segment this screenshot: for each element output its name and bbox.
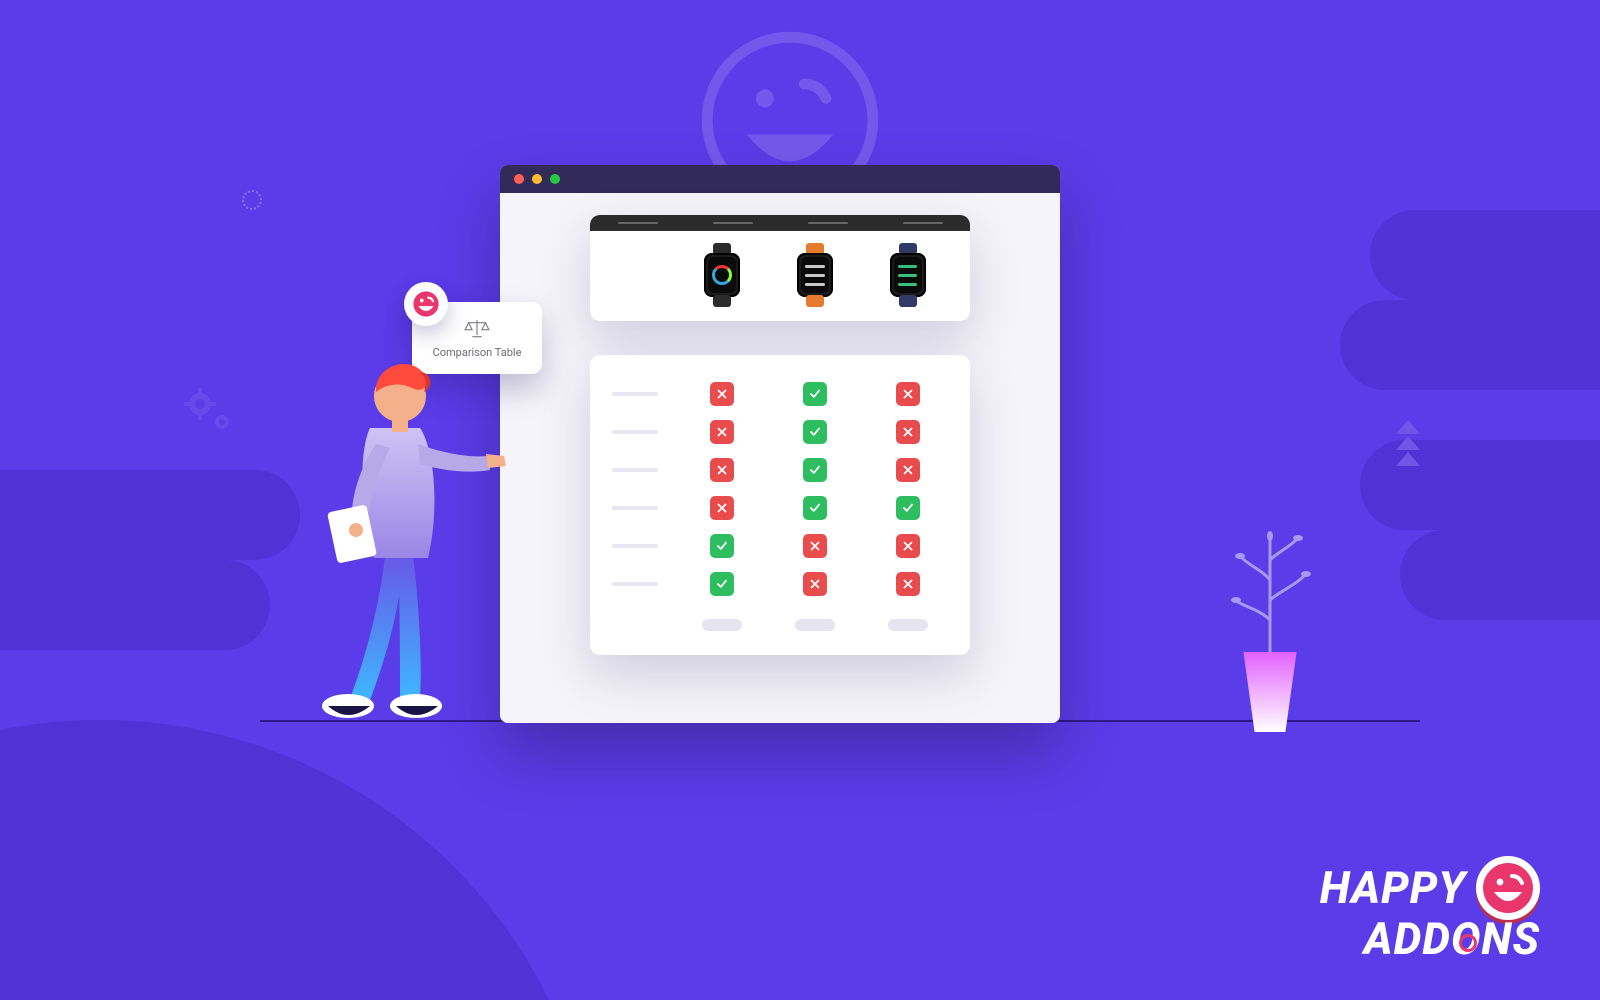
cross-icon bbox=[896, 458, 920, 482]
brand-face-icon bbox=[1476, 856, 1540, 920]
table-row bbox=[606, 375, 954, 413]
brand-line1: HAPPY bbox=[1320, 869, 1466, 909]
cross-icon bbox=[710, 420, 734, 444]
check-icon bbox=[803, 496, 827, 520]
card-header-bar bbox=[590, 215, 970, 231]
row-label bbox=[612, 582, 658, 586]
table-row bbox=[606, 451, 954, 489]
cross-icon bbox=[896, 572, 920, 596]
bg-shape bbox=[0, 560, 270, 650]
plant-illustration bbox=[1220, 510, 1320, 732]
check-icon bbox=[803, 382, 827, 406]
cross-icon bbox=[803, 572, 827, 596]
triangle-stack-icon bbox=[1396, 420, 1420, 468]
product-watch-navy bbox=[861, 243, 954, 307]
cross-icon bbox=[710, 458, 734, 482]
row-label bbox=[612, 392, 658, 396]
check-icon bbox=[710, 534, 734, 558]
comparison-products-card bbox=[590, 215, 970, 321]
cta-pill[interactable] bbox=[702, 619, 742, 631]
happy-face-icon bbox=[412, 290, 440, 318]
cross-icon bbox=[896, 420, 920, 444]
traffic-light-zoom-icon[interactable] bbox=[550, 174, 560, 184]
scale-icon bbox=[463, 318, 491, 340]
bg-shape bbox=[1400, 530, 1600, 620]
table-row bbox=[606, 489, 954, 527]
table-row bbox=[606, 565, 954, 603]
browser-window bbox=[500, 165, 1060, 723]
gears-icon bbox=[180, 380, 240, 444]
check-icon bbox=[896, 496, 920, 520]
product-watch-orange bbox=[769, 243, 862, 307]
cta-row bbox=[606, 619, 954, 631]
brand-line2: ADDONS bbox=[1364, 920, 1540, 960]
cross-icon bbox=[896, 382, 920, 406]
brand-wordmark: HAPPY ADDONS bbox=[1320, 856, 1540, 960]
row-label bbox=[612, 468, 658, 472]
comparison-matrix-card bbox=[590, 355, 970, 655]
bg-shape bbox=[1340, 300, 1600, 390]
check-icon bbox=[803, 420, 827, 444]
check-icon bbox=[803, 458, 827, 482]
row-label bbox=[612, 506, 658, 510]
product-watch-black bbox=[676, 243, 769, 307]
bg-shape bbox=[1370, 210, 1600, 300]
tooltip-badge bbox=[404, 282, 448, 326]
window-titlebar bbox=[500, 165, 1060, 193]
dotted-circle-icon bbox=[242, 190, 262, 210]
cta-pill[interactable] bbox=[795, 619, 835, 631]
cta-pill[interactable] bbox=[888, 619, 928, 631]
cross-icon bbox=[710, 382, 734, 406]
table-row bbox=[606, 527, 954, 565]
row-label bbox=[612, 544, 658, 548]
traffic-light-minimize-icon[interactable] bbox=[532, 174, 542, 184]
person-illustration bbox=[300, 348, 500, 728]
cross-icon bbox=[710, 496, 734, 520]
plant-pot bbox=[1235, 652, 1305, 732]
check-icon bbox=[710, 572, 734, 596]
cross-icon bbox=[803, 534, 827, 558]
table-row bbox=[606, 413, 954, 451]
row-label bbox=[612, 430, 658, 434]
bg-shape bbox=[0, 720, 600, 1000]
traffic-light-close-icon[interactable] bbox=[514, 174, 524, 184]
bg-shape bbox=[0, 470, 300, 560]
cross-icon bbox=[896, 534, 920, 558]
